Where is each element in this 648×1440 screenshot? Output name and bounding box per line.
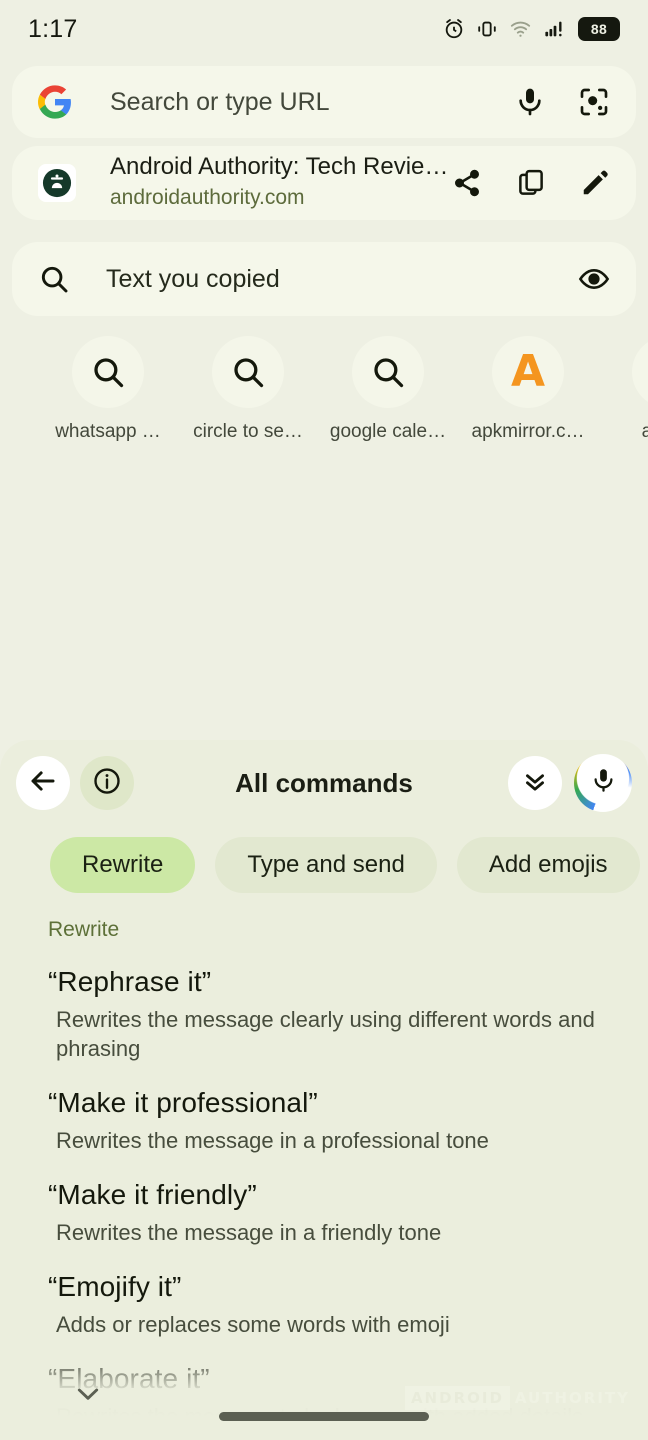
collapse-button[interactable] bbox=[508, 756, 562, 810]
apkmirror-logo-icon: A bbox=[492, 336, 564, 408]
android-authority-favicon bbox=[38, 164, 76, 202]
command-title: “Rephrase it” bbox=[48, 966, 212, 997]
watermark-android: ANDROID bbox=[404, 1386, 510, 1410]
assistant-mic-button[interactable] bbox=[574, 754, 632, 812]
search-icon bbox=[212, 336, 284, 408]
shortcut-label: google cale… bbox=[329, 421, 447, 442]
site-text-block: Android Authority: Tech Revie… androidau… bbox=[110, 153, 452, 212]
shortcut-whatsapp[interactable]: whatsapp … bbox=[38, 336, 178, 443]
microphone-icon[interactable] bbox=[514, 86, 546, 118]
command-description: Rewrites the message in a professional t… bbox=[56, 1128, 489, 1154]
site-action-group bbox=[452, 168, 610, 198]
double-chevron-down-icon bbox=[521, 767, 549, 800]
tab-rewrite[interactable]: Rewrite bbox=[50, 837, 196, 893]
shortcut-label: apkmirror.c… bbox=[471, 421, 585, 442]
command-description: Rewrites the message in a friendly tone bbox=[56, 1220, 442, 1246]
status-icon-group: 88 bbox=[443, 17, 620, 41]
watermark-authority: AUTHORITY bbox=[514, 1389, 630, 1407]
site-title: Android Authority: Tech Revie… bbox=[110, 153, 449, 181]
command-item[interactable]: “Make it friendly” Rewrites the message … bbox=[0, 1177, 648, 1247]
search-bar[interactable]: Search or type URL bbox=[12, 66, 636, 138]
all-commands-sheet: All commands Rewrite Type and send Add e… bbox=[0, 740, 648, 1440]
cellular-signal-icon bbox=[543, 18, 567, 40]
command-description: Rewrites the message clearly using diffe… bbox=[56, 1007, 595, 1062]
edit-icon[interactable] bbox=[580, 168, 610, 198]
section-header-rewrite: Rewrite bbox=[48, 918, 120, 941]
command-list: Rewrite “Rephrase it” Rewrites the messa… bbox=[0, 896, 648, 1431]
copied-text-label[interactable]: Text you copied bbox=[106, 265, 578, 294]
command-title: “Emojify it” bbox=[48, 1271, 182, 1303]
shortcut-label: androi bbox=[641, 421, 648, 442]
google-lens-icon[interactable] bbox=[578, 86, 610, 118]
shortcut-circle-to-search[interactable]: circle to se… bbox=[178, 336, 318, 443]
command-item[interactable]: “Emojify it” Adds or replaces some words… bbox=[0, 1269, 648, 1339]
site-url: androidauthority.com bbox=[110, 186, 305, 210]
android-authority-favicon bbox=[632, 336, 648, 408]
recent-site-card[interactable]: Android Authority: Tech Revie… androidau… bbox=[12, 146, 636, 220]
status-time: 1:17 bbox=[28, 14, 78, 43]
status-bar: 1:17 88 bbox=[0, 0, 648, 58]
command-item[interactable]: “Make it professional” Rewrites the mess… bbox=[0, 1085, 648, 1155]
copied-text-bar[interactable]: Text you copied bbox=[12, 242, 636, 316]
tab-type-and-send[interactable]: Type and send bbox=[215, 837, 437, 893]
tab-add-emojis[interactable]: Add emojis bbox=[456, 837, 640, 893]
shortcut-apkmirror[interactable]: A apkmirror.c… bbox=[458, 336, 598, 443]
command-title: “Make it professional” bbox=[48, 1087, 318, 1119]
eye-icon[interactable] bbox=[578, 263, 610, 295]
sheet-header-actions bbox=[508, 754, 632, 812]
shortcut-row: whatsapp … circle to se… google cale… A … bbox=[0, 336, 648, 446]
search-icon bbox=[352, 336, 424, 408]
copy-icon[interactable] bbox=[516, 168, 546, 198]
command-category-tabs: Rewrite Type and send Add emojis Fo bbox=[0, 826, 648, 896]
bottom-navigation-bar: ANDROID AUTHORITY bbox=[0, 1362, 648, 1440]
share-icon[interactable] bbox=[452, 168, 482, 198]
search-input[interactable]: Search or type URL bbox=[110, 88, 514, 117]
chevron-down-icon[interactable] bbox=[72, 1378, 104, 1415]
watermark: ANDROID AUTHORITY bbox=[404, 1386, 630, 1410]
assistant-microphone-icon bbox=[590, 767, 617, 799]
alarm-icon bbox=[443, 18, 465, 40]
info-icon bbox=[92, 766, 122, 801]
back-arrow-icon bbox=[28, 766, 58, 801]
search-icon bbox=[38, 263, 70, 295]
shortcut-label: circle to se… bbox=[193, 421, 303, 442]
vibrate-icon bbox=[476, 18, 498, 40]
back-button[interactable] bbox=[16, 756, 70, 810]
apkmirror-glyph: A bbox=[510, 346, 546, 397]
phone-screen: 1:17 88 Search or type URL Android Autho… bbox=[0, 0, 648, 1440]
shortcut-androidauthority[interactable]: androi bbox=[598, 336, 648, 443]
info-button[interactable] bbox=[80, 756, 134, 810]
command-item[interactable]: “Rephrase it” Rewrites the message clear… bbox=[0, 964, 648, 1063]
command-description: Adds or replaces some words with emoji bbox=[56, 1312, 450, 1338]
google-g-logo bbox=[38, 85, 72, 119]
battery-icon: 88 bbox=[578, 17, 620, 41]
home-gesture-bar[interactable] bbox=[219, 1412, 429, 1421]
wifi-icon bbox=[509, 18, 532, 40]
search-icon bbox=[72, 336, 144, 408]
shortcut-google-calendar[interactable]: google cale… bbox=[318, 336, 458, 443]
shortcut-label: whatsapp … bbox=[55, 421, 161, 442]
sheet-header: All commands bbox=[0, 740, 648, 826]
command-title: “Make it friendly” bbox=[48, 1179, 257, 1211]
search-action-group bbox=[514, 86, 610, 118]
